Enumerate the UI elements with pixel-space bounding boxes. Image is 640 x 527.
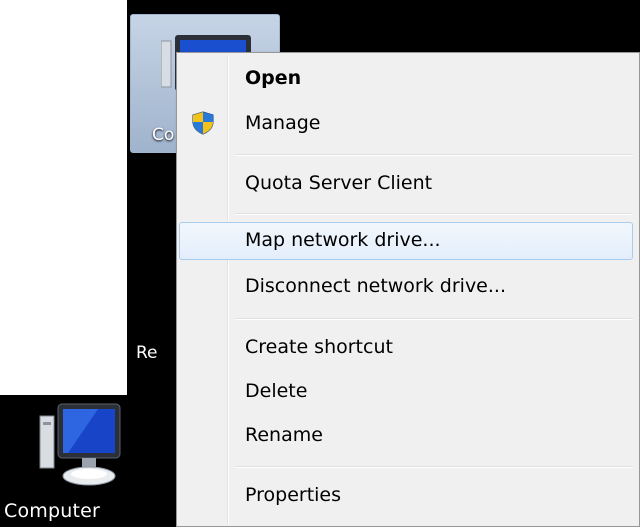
menu-item-label: Disconnect network drive... bbox=[245, 275, 506, 297]
menu-item-label: Properties bbox=[245, 484, 342, 506]
menu-item-label: Quota Server Client bbox=[245, 172, 433, 194]
menu-item-map-network-drive[interactable]: Map network drive... bbox=[179, 222, 633, 260]
menu-item-label: Create shortcut bbox=[245, 336, 393, 358]
computer-icon[interactable] bbox=[38, 402, 122, 494]
menu-item-rename[interactable]: Rename bbox=[179, 417, 633, 455]
menu-item-quota-server-client[interactable]: Quota Server Client bbox=[179, 165, 633, 203]
menu-separator bbox=[235, 213, 633, 215]
menu-separator bbox=[235, 154, 633, 156]
menu-item-properties[interactable]: Properties bbox=[179, 477, 633, 515]
menu-item-label: Delete bbox=[245, 380, 308, 402]
menu-separator bbox=[235, 318, 633, 320]
computer-icon-label: Computer bbox=[4, 500, 101, 522]
menu-item-label: Manage bbox=[245, 112, 321, 134]
menu-item-disconnect-network-drive[interactable]: Disconnect network drive... bbox=[179, 268, 633, 306]
menu-item-label: Rename bbox=[245, 424, 323, 446]
menu-item-label: Open bbox=[245, 67, 302, 89]
menu-item-label: Map network drive... bbox=[245, 229, 441, 251]
context-menu: Open Manage Quota Server Client Map netw… bbox=[176, 52, 640, 527]
menu-item-open[interactable]: Open bbox=[179, 60, 633, 98]
menu-item-delete[interactable]: Delete bbox=[179, 373, 633, 411]
menu-item-create-shortcut[interactable]: Create shortcut bbox=[179, 329, 633, 367]
selected-icon-label: Co bbox=[152, 125, 175, 145]
recycle-bin-label[interactable]: Re bbox=[136, 343, 158, 363]
menu-item-manage[interactable]: Manage bbox=[179, 105, 633, 143]
menu-separator bbox=[235, 466, 633, 468]
uac-shield-icon bbox=[192, 111, 214, 135]
